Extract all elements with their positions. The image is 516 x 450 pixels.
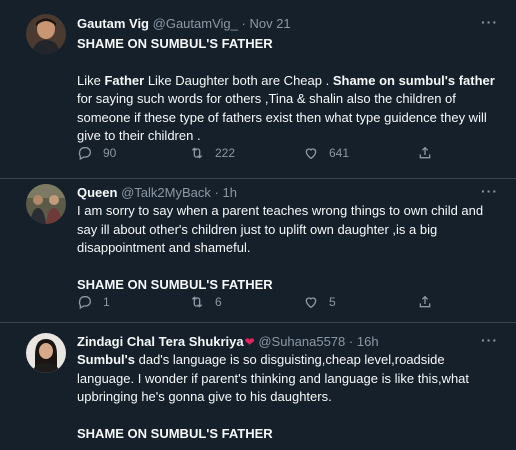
more-options-button[interactable]: ··· [481, 183, 498, 199]
retweet-count: 6 [215, 295, 222, 309]
tweet-header: Gautam Vig @GautamVig_ · Nov 21 [77, 16, 291, 31]
author-handle[interactable]: @Suhana5578 [258, 334, 345, 349]
like-icon [305, 297, 317, 309]
tweet-header: Queen @Talk2MyBack · 1h [77, 185, 237, 200]
tweet-gautam[interactable]: Gautam Vig @GautamVig_ · Nov 21 ··· SHAM… [0, 0, 516, 178]
reply-button[interactable]: 1 [77, 294, 110, 310]
like-count: 641 [329, 146, 350, 160]
tweet-line: SHAME ON SUMBUL'S FATHER [77, 276, 273, 292]
tweet-line: SHAME ON SUMBUL'S FATHER [77, 425, 273, 441]
heart-emoji-icon: ❤ [244, 335, 255, 349]
tweet-paragraph: Sumbul's dad's language is so disguistin… [77, 352, 470, 404]
more-options-button[interactable]: ··· [481, 332, 498, 348]
reply-icon [78, 296, 91, 310]
share-button[interactable] [417, 145, 443, 161]
timestamp[interactable]: 16h [357, 334, 379, 349]
tweet-text: SHAME ON SUMBUL'S FATHER Like Father Lik… [77, 35, 502, 146]
author-name[interactable]: Queen [77, 185, 117, 200]
tweet-queen[interactable]: Queen @Talk2MyBack · 1h ··· I am sorry t… [0, 179, 516, 322]
timestamp[interactable]: 1h [222, 185, 236, 200]
reply-count: 90 [103, 146, 117, 160]
retweet-icon [191, 296, 203, 308]
tweet-header: Zindagi Chal Tera Shukriya❤ @Suhana5578 … [77, 334, 379, 349]
share-icon [419, 295, 431, 308]
like-icon [305, 148, 317, 160]
author-handle[interactable]: @GautamVig_ [153, 16, 238, 31]
tweet-text: Sumbul's dad's language is so disguistin… [77, 351, 502, 443]
tweet-paragraph: I am sorry to say when a parent teaches … [77, 203, 484, 255]
author-handle[interactable]: @Talk2MyBack [121, 185, 211, 200]
like-button[interactable]: 5 [303, 294, 336, 310]
tweet-paragraph: Like Father Like Daughter both are Cheap… [77, 72, 495, 144]
retweet-count: 222 [215, 146, 236, 160]
retweet-button[interactable]: 6 [189, 294, 222, 310]
more-options-button[interactable]: ··· [481, 14, 498, 30]
reply-icon [78, 147, 91, 161]
tweet-zindagi[interactable]: Zindagi Chal Tera Shukriya❤ @Suhana5578 … [0, 323, 516, 450]
like-button[interactable]: 641 [303, 145, 349, 161]
author-name[interactable]: Zindagi Chal Tera Shukriya [77, 334, 244, 349]
separator-dot: · [241, 16, 246, 31]
retweet-icon [191, 147, 203, 159]
action-bar: 90 222 641 [77, 145, 437, 163]
avatar[interactable] [26, 333, 66, 373]
reply-button[interactable]: 90 [77, 145, 116, 161]
separator-dot: · [348, 334, 354, 349]
timestamp[interactable]: Nov 21 [249, 16, 290, 31]
like-count: 5 [329, 295, 336, 309]
reply-count: 1 [103, 295, 110, 309]
action-bar: 1 6 5 [77, 294, 437, 312]
retweet-button[interactable]: 222 [189, 145, 235, 161]
tweet-line: SHAME ON SUMBUL'S FATHER [77, 36, 273, 51]
avatar[interactable] [26, 14, 66, 54]
separator-dot: · [214, 185, 219, 200]
avatar[interactable] [26, 184, 66, 224]
tweet-text: I am sorry to say when a parent teaches … [77, 202, 502, 294]
share-icon [419, 146, 431, 159]
share-button[interactable] [417, 294, 443, 310]
author-name[interactable]: Gautam Vig [77, 16, 149, 31]
